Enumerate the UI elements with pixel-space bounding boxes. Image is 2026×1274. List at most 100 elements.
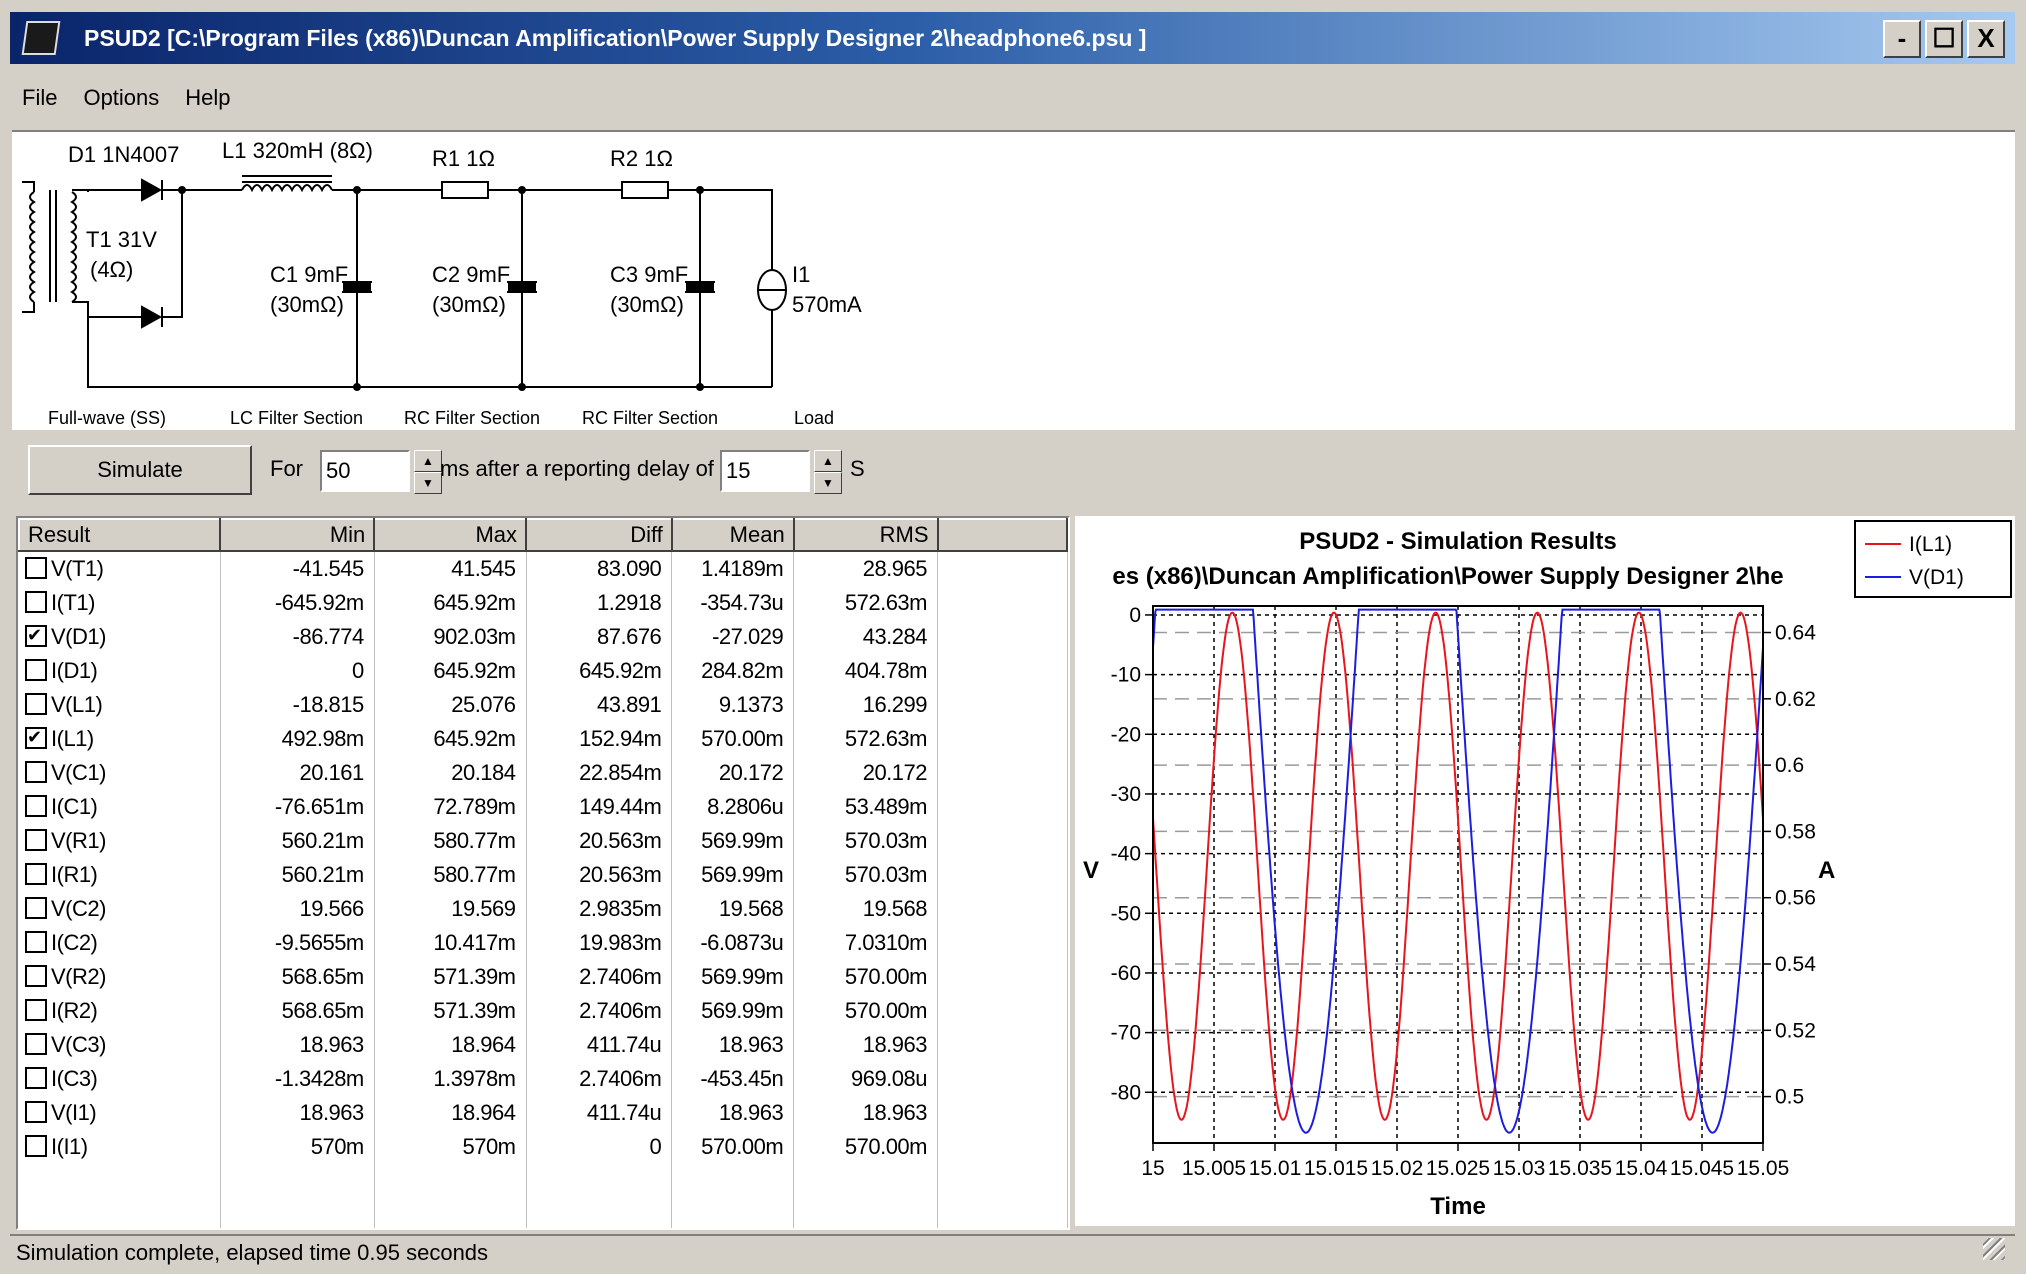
spin-down-icon[interactable]: ▼ — [414, 472, 442, 494]
menu-help[interactable]: Help — [185, 85, 230, 111]
plot-checkbox[interactable] — [25, 1033, 47, 1056]
y-left-tick-label: -10 — [1111, 664, 1141, 687]
table-row[interactable]: V(R2) 568.65m 571.39m 2.7406m 569.99m 570.00m — [19, 960, 1068, 994]
minimize-button[interactable]: - — [1883, 20, 1921, 58]
table-row[interactable]: V(C1) 20.161 20.184 22.854m 20.172 20.172 — [19, 756, 1068, 790]
mean-value: 9.1373 — [671, 688, 795, 722]
plot-checkbox[interactable] — [25, 761, 47, 784]
table-row[interactable]: I(C1) -76.651m 72.789m 149.44m 8.2806u 53.489… — [19, 790, 1068, 824]
plot-checkbox[interactable] — [25, 591, 47, 614]
y-right-tick-label: 0.58 — [1775, 820, 1816, 843]
col-empty — [936, 518, 1068, 552]
rms-value: 43.284 — [793, 620, 938, 654]
min-value: 568.65m — [220, 994, 375, 1028]
plot-checkbox[interactable] — [25, 829, 47, 852]
diff-value: 411.74u — [526, 1028, 673, 1062]
table-row[interactable]: V(C3) 18.963 18.964 411.74u 18.963 18.963 — [19, 1028, 1068, 1062]
plot-checkbox[interactable] — [25, 1101, 47, 1124]
col-min[interactable]: Min — [219, 518, 376, 552]
plot-checkbox[interactable] — [25, 1135, 47, 1158]
menu-file[interactable]: File — [22, 85, 57, 111]
plot-checkbox[interactable] — [25, 999, 47, 1022]
plot-checkbox[interactable] — [25, 897, 47, 920]
diff-value: 2.9835m — [526, 892, 673, 926]
table-row[interactable]: V(I1) 18.963 18.964 411.74u 18.963 18.963 — [19, 1096, 1068, 1130]
simulate-button[interactable]: Simulate — [28, 445, 252, 495]
table-row[interactable]: V(L1) -18.815 25.076 43.891 9.1373 16.299 — [19, 688, 1068, 722]
plot-checkbox[interactable] — [25, 625, 47, 648]
table-row[interactable]: I(T1) -645.92m 645.92m 1.2918 -354.73u 572.63… — [19, 586, 1068, 620]
empty-cell — [937, 892, 1068, 926]
mean-value: 569.99m — [671, 824, 795, 858]
results-table-panel[interactable]: Result Min Max Diff Mean RMS V(T1) -41.54… — [16, 516, 1070, 1230]
label-c1-esr: (30mΩ) — [270, 292, 344, 317]
table-row[interactable]: I(R1) 560.21m 580.77m 20.563m 569.99m 570.03m — [19, 858, 1068, 892]
col-diff[interactable]: Diff — [525, 518, 673, 552]
plot-checkbox[interactable] — [25, 693, 47, 716]
result-name: I(T1) — [51, 590, 95, 615]
col-rms[interactable]: RMS — [792, 518, 939, 552]
chart-panel[interactable]: PSUD2 - Simulation Results es (x86)\Dunca… — [1075, 516, 2015, 1226]
result-name: I(I1) — [51, 1134, 88, 1159]
table-row[interactable]: I(R2) 568.65m 571.39m 2.7406m 569.99m 570.00m — [19, 994, 1068, 1028]
col-mean[interactable]: Mean — [670, 518, 795, 552]
delay-input[interactable]: 15 — [720, 450, 810, 492]
spin-up-icon[interactable]: ▲ — [814, 450, 842, 472]
table-row[interactable]: V(C2) 19.566 19.569 2.9835m 19.568 19.568 — [19, 892, 1068, 926]
empty-cell — [937, 1096, 1068, 1130]
simulation-chart: PSUD2 - Simulation Results es (x86)\Dunca… — [1075, 516, 2015, 1226]
spin-up-icon[interactable]: ▲ — [414, 450, 442, 472]
menu-options[interactable]: Options — [83, 85, 159, 111]
resize-grip[interactable] — [1983, 1238, 2005, 1260]
plot-checkbox[interactable] — [25, 965, 47, 988]
plot-checkbox[interactable] — [25, 863, 47, 886]
mean-value: 20.172 — [671, 756, 795, 790]
min-value: 18.963 — [220, 1028, 375, 1062]
rms-value: 20.172 — [793, 756, 938, 790]
min-value: -76.651m — [220, 790, 375, 824]
empty-cell — [937, 688, 1068, 722]
y-left-axis-label: V — [1083, 857, 1099, 884]
duration-spinner[interactable]: ▲ ▼ — [414, 450, 442, 494]
app-icon[interactable] — [21, 21, 61, 55]
rms-value: 969.08u — [793, 1062, 938, 1096]
table-row[interactable]: I(D1) 0 645.92m 645.92m 284.82m 404.78m — [19, 654, 1068, 688]
plot-checkbox[interactable] — [25, 1067, 47, 1090]
delay-spinner[interactable]: ▲ ▼ — [814, 450, 842, 494]
col-result[interactable]: Result — [18, 518, 222, 552]
label-i1: I1 — [792, 262, 810, 287]
plot-checkbox[interactable] — [25, 931, 47, 954]
close-button[interactable]: X — [1967, 20, 2005, 58]
table-row[interactable]: V(T1) -41.545 41.545 83.090 1.4189m 28.965 — [19, 551, 1068, 586]
table-row[interactable]: I(L1) 492.98m645.92m152.94m570.00m572.63m — [19, 722, 1068, 756]
table-row[interactable]: I(C3) -1.3428m 1.3978m 2.7406m -453.45n 969.0… — [19, 1062, 1068, 1096]
mean-value: 1.4189m — [671, 551, 795, 586]
y-right-tick-label: 0.64 — [1775, 622, 1816, 645]
empty-row — [19, 1164, 1068, 1198]
y-left-tick-label: -40 — [1111, 843, 1141, 866]
rms-value: 16.299 — [793, 688, 938, 722]
table-row[interactable]: I(I1) 570m 570m 0 570.00m 570.00m — [19, 1130, 1068, 1164]
legend-label: I(L1) — [1909, 533, 1952, 556]
diff-value: 149.44m — [526, 790, 673, 824]
col-max[interactable]: Max — [373, 518, 528, 552]
label-c1: C1 9mF — [270, 262, 348, 287]
plot-checkbox[interactable] — [25, 659, 47, 682]
duration-input[interactable]: 50 — [320, 450, 410, 492]
table-row[interactable]: V(D1) -86.774902.03m87.676-27.02943.284 — [19, 620, 1068, 654]
diff-value: 83.090 — [526, 551, 673, 586]
schematic-panel[interactable]: D1 1N4007 T1 31V (4Ω) L1 320mH (8Ω) R1 1… — [12, 130, 2015, 430]
plot-checkbox[interactable] — [25, 795, 47, 818]
table-row[interactable]: V(R1) 560.21m 580.77m 20.563m 569.99m 570.03m — [19, 824, 1068, 858]
legend-label: V(D1) — [1909, 566, 1964, 589]
table-row[interactable]: I(C2) -9.5655m 10.417m 19.983m -6.0873u 7.031… — [19, 926, 1068, 960]
plot-checkbox[interactable] — [25, 557, 47, 580]
mean-value: 8.2806u — [671, 790, 795, 824]
min-value: 492.98m — [220, 722, 375, 756]
result-name: V(C1) — [51, 760, 106, 785]
spin-down-icon[interactable]: ▼ — [814, 472, 842, 494]
label-t1-voltage: T1 31V — [86, 227, 157, 252]
plot-checkbox[interactable] — [25, 727, 47, 750]
title-bar[interactable]: PSUD2 [C:\Program Files (x86)\Duncan Amp… — [10, 12, 2015, 64]
maximize-button[interactable]: ☐ — [1925, 20, 1963, 58]
